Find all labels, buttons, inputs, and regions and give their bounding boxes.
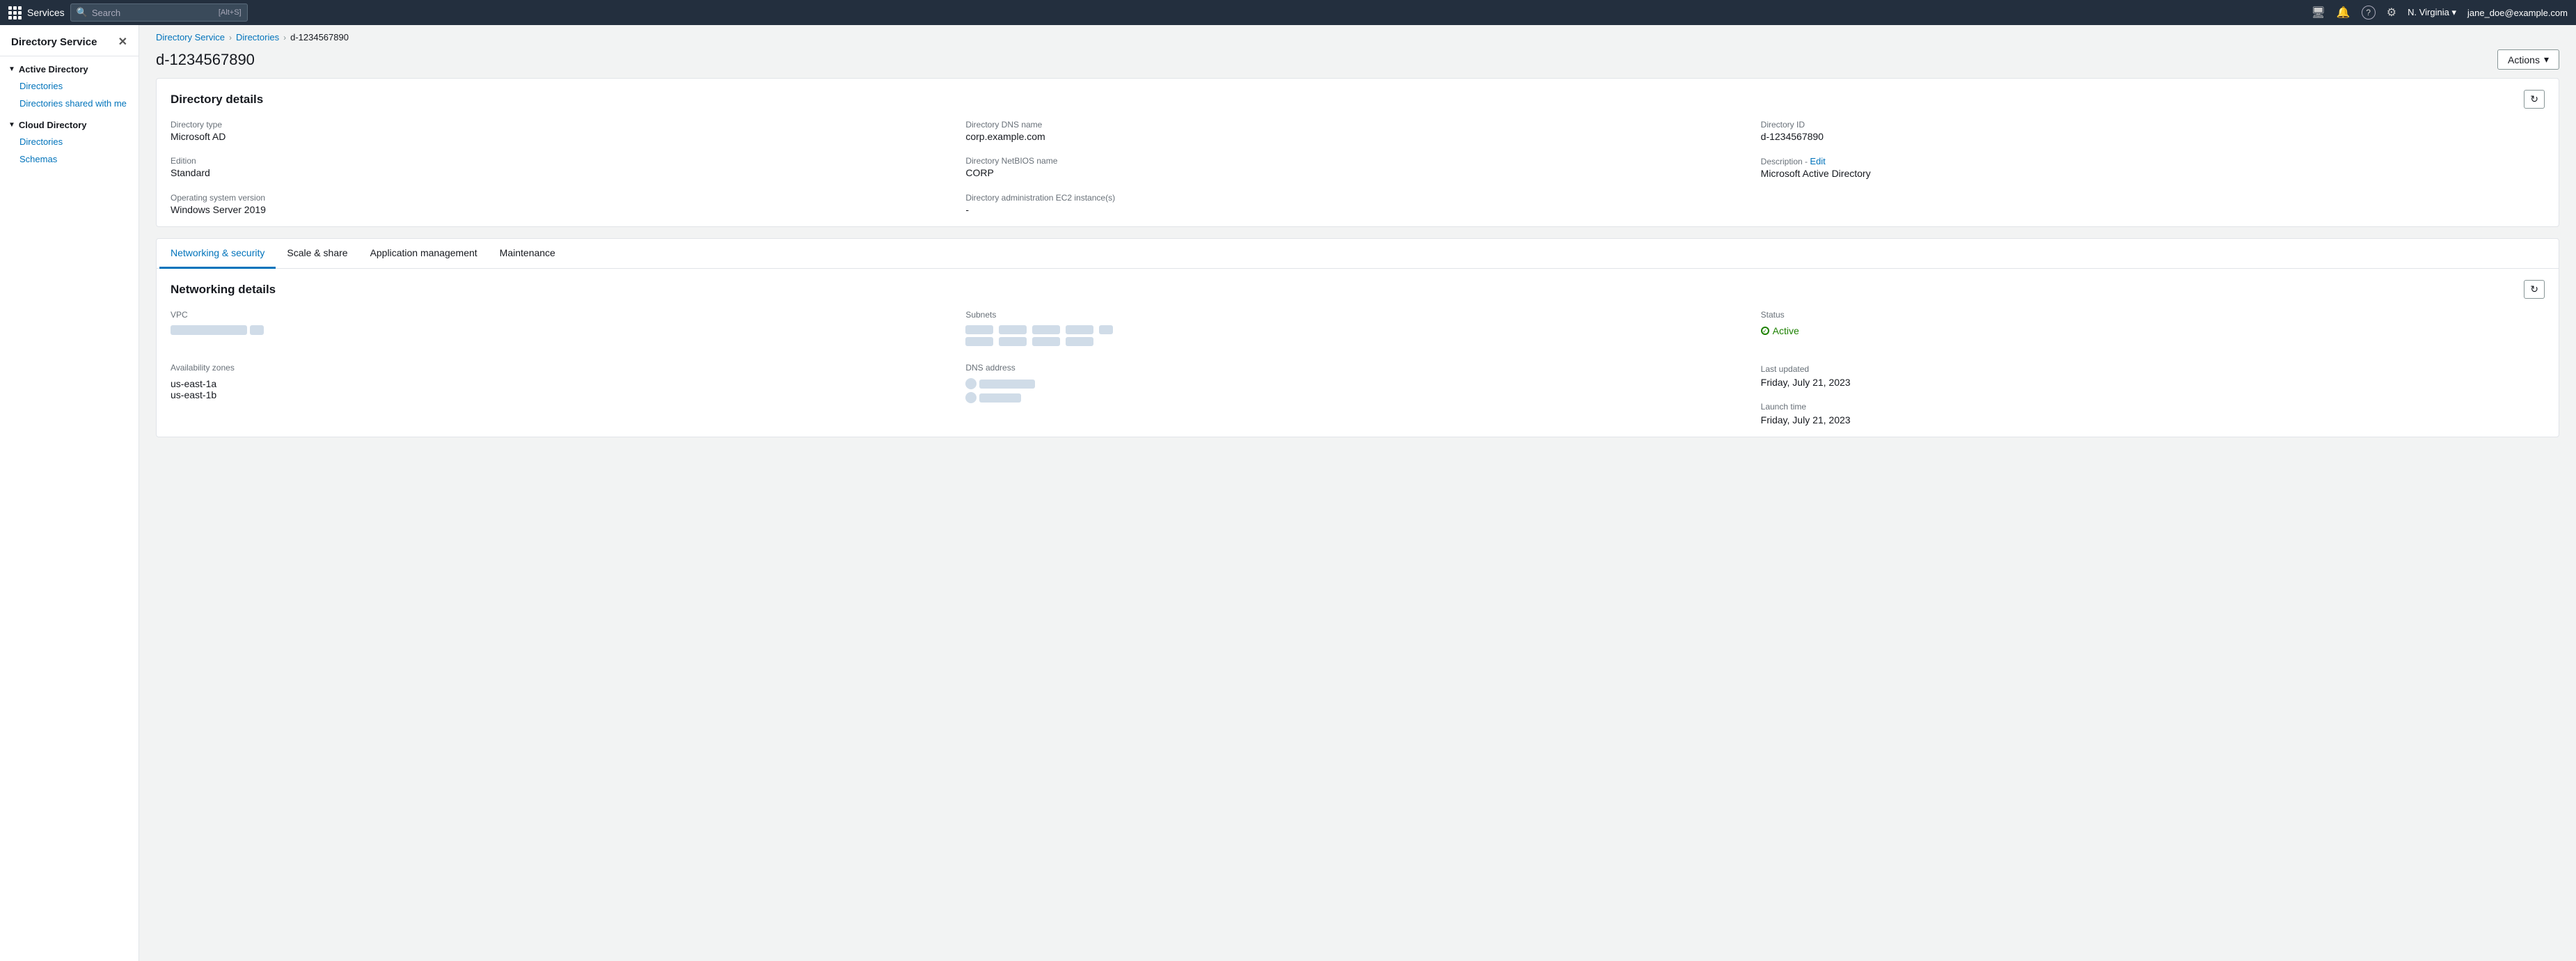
sidebar-group-active-directory: ▼ Active Directory Directories Directori… bbox=[0, 59, 139, 112]
networking-title: Networking details bbox=[171, 283, 276, 297]
tab-content-networking: Networking details ↻ VPC Subnets bbox=[157, 269, 2559, 437]
sidebar-item-directories[interactable]: Directories bbox=[0, 77, 139, 95]
network-detail-status: Status Active bbox=[1761, 310, 2545, 349]
cloud-directory-chevron: ▼ bbox=[8, 121, 15, 129]
breadcrumb-sep-1: › bbox=[229, 33, 232, 42]
vpc-value-blurred2 bbox=[250, 325, 264, 335]
sidebar-item-cloud-directories[interactable]: Directories bbox=[0, 133, 139, 150]
detail-directory-type: Directory type Microsoft AD bbox=[171, 120, 954, 142]
sidebar: Directory Service ✕ ▼ Active Directory D… bbox=[0, 25, 139, 961]
vpc-value-blurred bbox=[171, 325, 247, 335]
subnet-4-blurred bbox=[1066, 325, 1093, 334]
sidebar-close-button[interactable]: ✕ bbox=[118, 35, 127, 49]
subnet-7-blurred bbox=[999, 337, 1027, 346]
subnet-3-blurred bbox=[1032, 325, 1060, 334]
actions-button[interactable]: Actions ▾ bbox=[2497, 49, 2559, 70]
help-icon[interactable]: ? bbox=[2362, 6, 2376, 19]
dns-icon-1 bbox=[965, 378, 977, 389]
dns-value-1 bbox=[979, 380, 1035, 389]
detail-netbios: Directory NetBIOS name CORP bbox=[965, 156, 1749, 179]
network-detail-az: Availability zones us-east-1a us-east-1b bbox=[171, 363, 954, 425]
cloud-directory-group-header[interactable]: ▼ Cloud Directory bbox=[0, 115, 139, 133]
search-icon: 🔍 bbox=[77, 7, 88, 18]
directory-details-refresh[interactable]: ↻ bbox=[2524, 90, 2545, 109]
card-header: Directory details ↻ bbox=[171, 90, 2545, 109]
subnet-2-blurred bbox=[999, 325, 1027, 334]
dns-value-2 bbox=[979, 393, 1021, 403]
detail-edition: Edition Standard bbox=[171, 156, 954, 179]
description-edit-link[interactable]: Edit bbox=[1810, 156, 1825, 166]
status-active: Active bbox=[1761, 325, 2545, 336]
active-directory-chevron: ▼ bbox=[8, 65, 15, 73]
detail-description: Description - Edit Microsoft Active Dire… bbox=[1761, 156, 2545, 179]
breadcrumb-sep-2: › bbox=[283, 33, 286, 42]
detail-administration-ec2: Directory administration EC2 instance(s)… bbox=[965, 193, 1749, 215]
tab-application-management[interactable]: Application management bbox=[359, 239, 489, 269]
tab-maintenance[interactable]: Maintenance bbox=[489, 239, 567, 269]
tabs-container: Networking & security Scale & share Appl… bbox=[156, 238, 2559, 437]
breadcrumb-directory-service[interactable]: Directory Service bbox=[156, 32, 225, 42]
az-2: us-east-1b bbox=[171, 389, 954, 400]
breadcrumb: Directory Service › Directories › d-1234… bbox=[139, 25, 2576, 47]
detail-directory-dns: Directory DNS name corp.example.com bbox=[965, 120, 1749, 142]
page-title: d-1234567890 bbox=[156, 51, 255, 69]
sidebar-title: Directory Service ✕ bbox=[0, 25, 139, 56]
nav-left: Services 🔍 [Alt+S] bbox=[8, 3, 248, 22]
networking-header: Networking details ↻ bbox=[171, 280, 2545, 299]
sidebar-group-cloud-directory: ▼ Cloud Directory Directories Schemas bbox=[0, 115, 139, 168]
tabs-header: Networking & security Scale & share Appl… bbox=[157, 239, 2559, 269]
az-1: us-east-1a bbox=[171, 378, 954, 389]
region-selector[interactable]: N. Virginia ▾ bbox=[2408, 7, 2456, 18]
tab-scale-share[interactable]: Scale & share bbox=[276, 239, 358, 269]
grid-icon[interactable] bbox=[8, 6, 22, 19]
network-detail-subnets: Subnets bbox=[965, 310, 1749, 349]
sidebar-item-directories-shared[interactable]: Directories shared with me bbox=[0, 95, 139, 112]
breadcrumb-directories[interactable]: Directories bbox=[236, 32, 279, 42]
search-bar[interactable]: 🔍 [Alt+S] bbox=[70, 3, 248, 22]
services-link[interactable]: Services bbox=[27, 7, 65, 18]
subnet-8-blurred bbox=[1032, 337, 1060, 346]
networking-grid: VPC Subnets bbox=[171, 310, 2545, 425]
last-updated-value: Friday, July 21, 2023 bbox=[1761, 377, 2545, 388]
cloud-directory-label: Cloud Directory bbox=[19, 120, 87, 130]
status-dot bbox=[1761, 327, 1769, 335]
user-account[interactable]: jane_doe@example.com bbox=[2467, 8, 2568, 18]
directory-details-title: Directory details bbox=[171, 93, 263, 107]
sidebar-item-schemas[interactable]: Schemas bbox=[0, 150, 139, 168]
subnet-1-blurred bbox=[965, 325, 993, 334]
app-layout: Directory Service ✕ ▼ Active Directory D… bbox=[0, 25, 2576, 961]
nav-right: 🖥 🔔 ? ⚙ N. Virginia ▾ jane_doe@example.c… bbox=[2312, 6, 2568, 19]
subnet-5-blurred bbox=[1099, 325, 1113, 334]
directory-details-card: Directory details ↻ Directory type Micro… bbox=[156, 78, 2559, 227]
tab-networking-security[interactable]: Networking & security bbox=[159, 239, 276, 269]
dns-icon-2 bbox=[965, 392, 977, 403]
detail-directory-id: Directory ID d-1234567890 bbox=[1761, 120, 2545, 142]
monitor-icon[interactable]: 🖥 bbox=[2312, 6, 2325, 19]
actions-chevron-icon: ▾ bbox=[2544, 54, 2549, 65]
network-detail-vpc: VPC bbox=[171, 310, 954, 349]
subnet-6-blurred bbox=[965, 337, 993, 346]
launch-time-value: Friday, July 21, 2023 bbox=[1761, 414, 2545, 425]
page-header: d-1234567890 Actions ▾ bbox=[139, 47, 2576, 78]
details-grid: Directory type Microsoft AD Directory DN… bbox=[171, 120, 2545, 215]
top-navigation: Services 🔍 [Alt+S] 🖥 🔔 ? ⚙ N. Virginia ▾… bbox=[0, 0, 2576, 25]
active-directory-group-header[interactable]: ▼ Active Directory bbox=[0, 59, 139, 77]
search-hint: [Alt+S] bbox=[219, 8, 242, 17]
networking-refresh-button[interactable]: ↻ bbox=[2524, 280, 2545, 299]
main-content: Directory Service › Directories › d-1234… bbox=[139, 25, 2576, 961]
subnet-9-blurred bbox=[1066, 337, 1093, 346]
breadcrumb-current: d-1234567890 bbox=[290, 32, 349, 42]
network-detail-dns-address: DNS address bbox=[965, 363, 1749, 425]
search-input[interactable] bbox=[92, 8, 214, 18]
active-directory-label: Active Directory bbox=[19, 64, 88, 75]
detail-os-version: Operating system version Windows Server … bbox=[171, 193, 954, 215]
notification-icon[interactable]: 🔔 bbox=[2337, 6, 2350, 19]
network-detail-dates: Last updated Friday, July 21, 2023 Launc… bbox=[1761, 363, 2545, 425]
settings-icon[interactable]: ⚙ bbox=[2387, 6, 2396, 19]
